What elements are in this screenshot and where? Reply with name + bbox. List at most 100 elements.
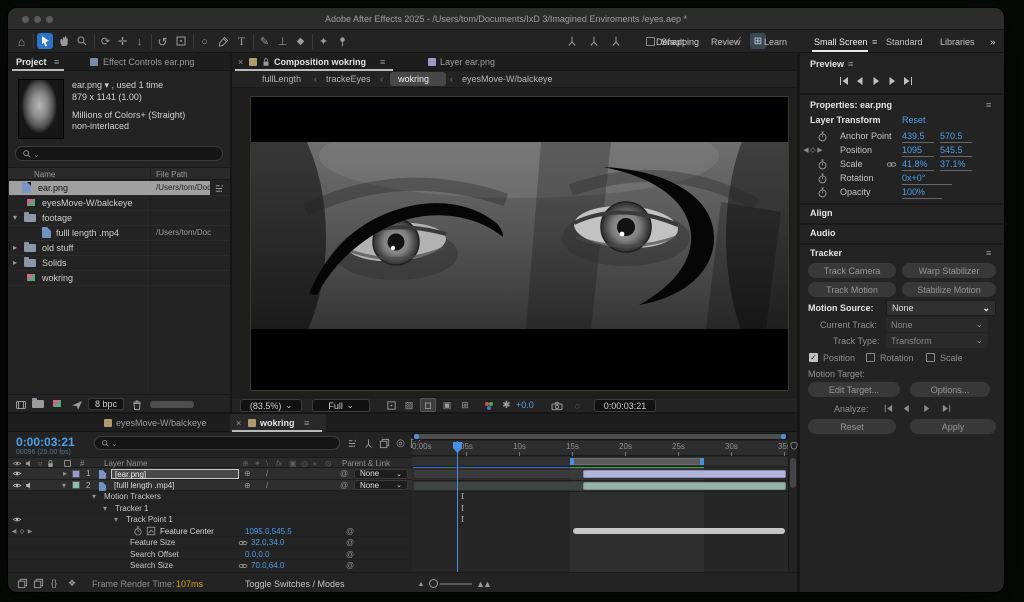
project-row-footage-name[interactable]: footage	[42, 214, 72, 224]
scale-y[interactable]: 37.1%	[940, 159, 972, 171]
toggle-switches-modes-button[interactable]: Toggle Switches / Modes	[245, 580, 345, 590]
stopwatch-icon[interactable]	[816, 172, 828, 184]
local-axis-mode-icon[interactable]	[564, 33, 580, 49]
analyze-backward-frame-icon[interactable]	[882, 402, 894, 414]
track-type-dropdown[interactable]: Transform ⌄	[886, 333, 988, 348]
next-frame-icon[interactable]	[886, 75, 898, 87]
stopwatch-icon[interactable]	[816, 130, 828, 142]
selection-tool-icon[interactable]	[37, 33, 53, 49]
draft-3d-icon[interactable]	[362, 437, 375, 449]
pickwhip-icon[interactable]: @	[346, 528, 354, 537]
search-dropdown-icon[interactable]: ⌄	[111, 440, 118, 449]
render-indicator-icon[interactable]: ❖	[66, 577, 78, 589]
audio-panel-title[interactable]: Audio	[810, 229, 836, 239]
dolly-camera-tool-icon[interactable]: ↓	[132, 34, 147, 49]
prop-value[interactable]: 70.0,64.0	[251, 562, 284, 571]
project-row-wokring-name[interactable]: wokring	[42, 274, 73, 284]
tracker-menu-icon[interactable]: ≡	[986, 249, 991, 259]
column-file-path[interactable]: File Path	[156, 171, 188, 180]
eye-icon[interactable]	[11, 515, 22, 524]
world-axis-mode-icon[interactable]	[586, 33, 602, 49]
timeline-zoom-in-icon[interactable]: ▲▲	[476, 578, 490, 590]
motion-source-dropdown[interactable]: None ⌄	[886, 300, 996, 316]
feature-center-keyframes-bar[interactable]	[573, 528, 785, 534]
quality-switch-icon[interactable]: ⊕	[244, 470, 251, 479]
hscroll-handle-left[interactable]	[414, 434, 419, 439]
project-row-oldstuff-name[interactable]: old stuff	[42, 244, 73, 254]
timeline-hscroll[interactable]	[412, 433, 788, 440]
project-row-eyesmove-name[interactable]: eyesMove-W/balckeye	[42, 199, 133, 209]
workspace-tab-small-screen[interactable]: Small Screen	[814, 38, 868, 48]
last-frame-icon[interactable]	[902, 75, 914, 87]
close-icon[interactable]: ×	[238, 58, 243, 68]
pixel-aspect-icon[interactable]: ⊞	[458, 399, 472, 412]
track-motion-button[interactable]: Track Motion	[808, 282, 896, 297]
collapse-arrow-icon[interactable]: ▾	[62, 482, 66, 491]
viewer-timecode[interactable]: 0:00:03:21	[594, 399, 656, 412]
expand-transfer-pane-icon[interactable]	[32, 577, 44, 589]
preview-panel-title[interactable]: Preview	[810, 60, 844, 70]
snapshot-camera-icon[interactable]	[550, 399, 564, 412]
breadcrumb-trackeeyes[interactable]: trackeEyes	[326, 75, 371, 85]
keyframe-next-icon[interactable]: ▶	[816, 145, 824, 155]
current-track-dropdown[interactable]: None ⌄	[886, 317, 988, 332]
tab-composition-wokring[interactable]: Composition wokring	[274, 58, 366, 68]
keyframe-prev-icon[interactable]: ◀	[10, 527, 18, 536]
clone-stamp-tool-icon[interactable]: ⊥	[275, 34, 290, 49]
analyze-backward-icon[interactable]	[900, 402, 912, 414]
collapse-arrow-icon[interactable]: ▾	[103, 505, 107, 514]
project-row-fulllength-name[interactable]: fulll length .mp4	[56, 229, 119, 239]
pickwhip-icon[interactable]: @	[346, 551, 354, 560]
snapping-checkbox[interactable]	[646, 37, 655, 46]
project-settings-icon[interactable]	[70, 398, 83, 411]
prop-row-feature-size[interactable]: Feature Size 32.0,34.0 @	[8, 537, 412, 549]
layer1-bar[interactable]	[583, 470, 786, 478]
parent-pickwhip-icon[interactable]: @	[340, 482, 348, 491]
resolution-dropdown[interactable]: Full ⌄	[312, 399, 370, 412]
properties-menu-icon[interactable]: ≡	[986, 101, 991, 111]
new-folder-icon[interactable]	[32, 400, 44, 408]
shy-layers-icon[interactable]	[378, 437, 391, 449]
pan-camera-tool-icon[interactable]: ✛	[115, 34, 130, 49]
pickwhip-icon[interactable]: @	[346, 562, 354, 571]
parent-pickwhip-icon[interactable]: @	[340, 470, 348, 479]
timeline-panel-menu-icon[interactable]: ≡	[304, 419, 309, 429]
keyframe-next-icon[interactable]: ▶	[26, 527, 34, 536]
composition-image[interactable]	[251, 97, 788, 390]
timeline-ruler[interactable]: 0:00s 05s 10s 15s 20s 25s 30s 35s	[412, 441, 788, 456]
prop-row-trackpoint1[interactable]: ▾ Track Point 1	[8, 514, 412, 526]
pickwhip-icon[interactable]: @	[346, 539, 354, 548]
timeline-zoom-knob[interactable]	[429, 579, 438, 588]
breadcrumb-fulllength[interactable]: fullLength	[262, 75, 301, 85]
chevron-down-icon[interactable]: ▾	[13, 214, 17, 223]
layer-row-ear[interactable]: ▸ 1 [ear.png] ⊕ / @ None ⌄	[8, 468, 412, 480]
layer1-bar-trimmed[interactable]	[414, 470, 583, 478]
hscroll-handle-right[interactable]	[781, 434, 786, 439]
puppet-pin-tool-icon[interactable]	[334, 33, 350, 49]
link-scale-icon[interactable]	[884, 158, 898, 170]
vscroll-handle[interactable]	[790, 458, 796, 488]
view-axis-mode-icon[interactable]	[608, 33, 624, 49]
stabilize-motion-button[interactable]: Stabilize Motion	[902, 282, 996, 297]
position-y[interactable]: 545.5	[940, 145, 972, 157]
region-of-interest-icon[interactable]: ▣	[440, 399, 454, 412]
new-composition-icon[interactable]	[52, 399, 62, 408]
parent-link-dropdown[interactable]: None ⌄	[354, 480, 408, 490]
link-icon[interactable]	[236, 560, 249, 571]
layer-name-edit-box[interactable]: [ear.png]	[111, 469, 239, 479]
expand-switches-pane-icon[interactable]	[16, 577, 28, 589]
footage-thumbnail[interactable]	[18, 79, 64, 139]
layer-row-fulllength[interactable]: ▾ 2 [fulll length .mp4] ⊕ / @ None ⌄	[8, 480, 412, 492]
stopwatch-icon[interactable]	[816, 158, 828, 170]
keyframe-diamond-icon[interactable]: ◇	[18, 527, 26, 536]
magnification-dropdown[interactable]: (83.5%) ⌄	[240, 399, 302, 412]
preview-menu-icon[interactable]: ≡	[848, 60, 853, 70]
workspace-tab-libraries[interactable]: Libraries	[940, 38, 975, 48]
expand-inout-pane-icon[interactable]: {}	[48, 577, 60, 589]
close-icon[interactable]: ×	[236, 419, 241, 429]
viewer-panel-menu-icon[interactable]: ≡	[380, 58, 385, 68]
orbit-camera-tool-icon[interactable]: ⟳	[98, 34, 113, 49]
position-checkbox[interactable]: ✓	[809, 353, 818, 362]
expand-arrow-icon[interactable]: ▸	[63, 470, 67, 479]
workspace-overflow-icon[interactable]: »	[990, 37, 996, 48]
